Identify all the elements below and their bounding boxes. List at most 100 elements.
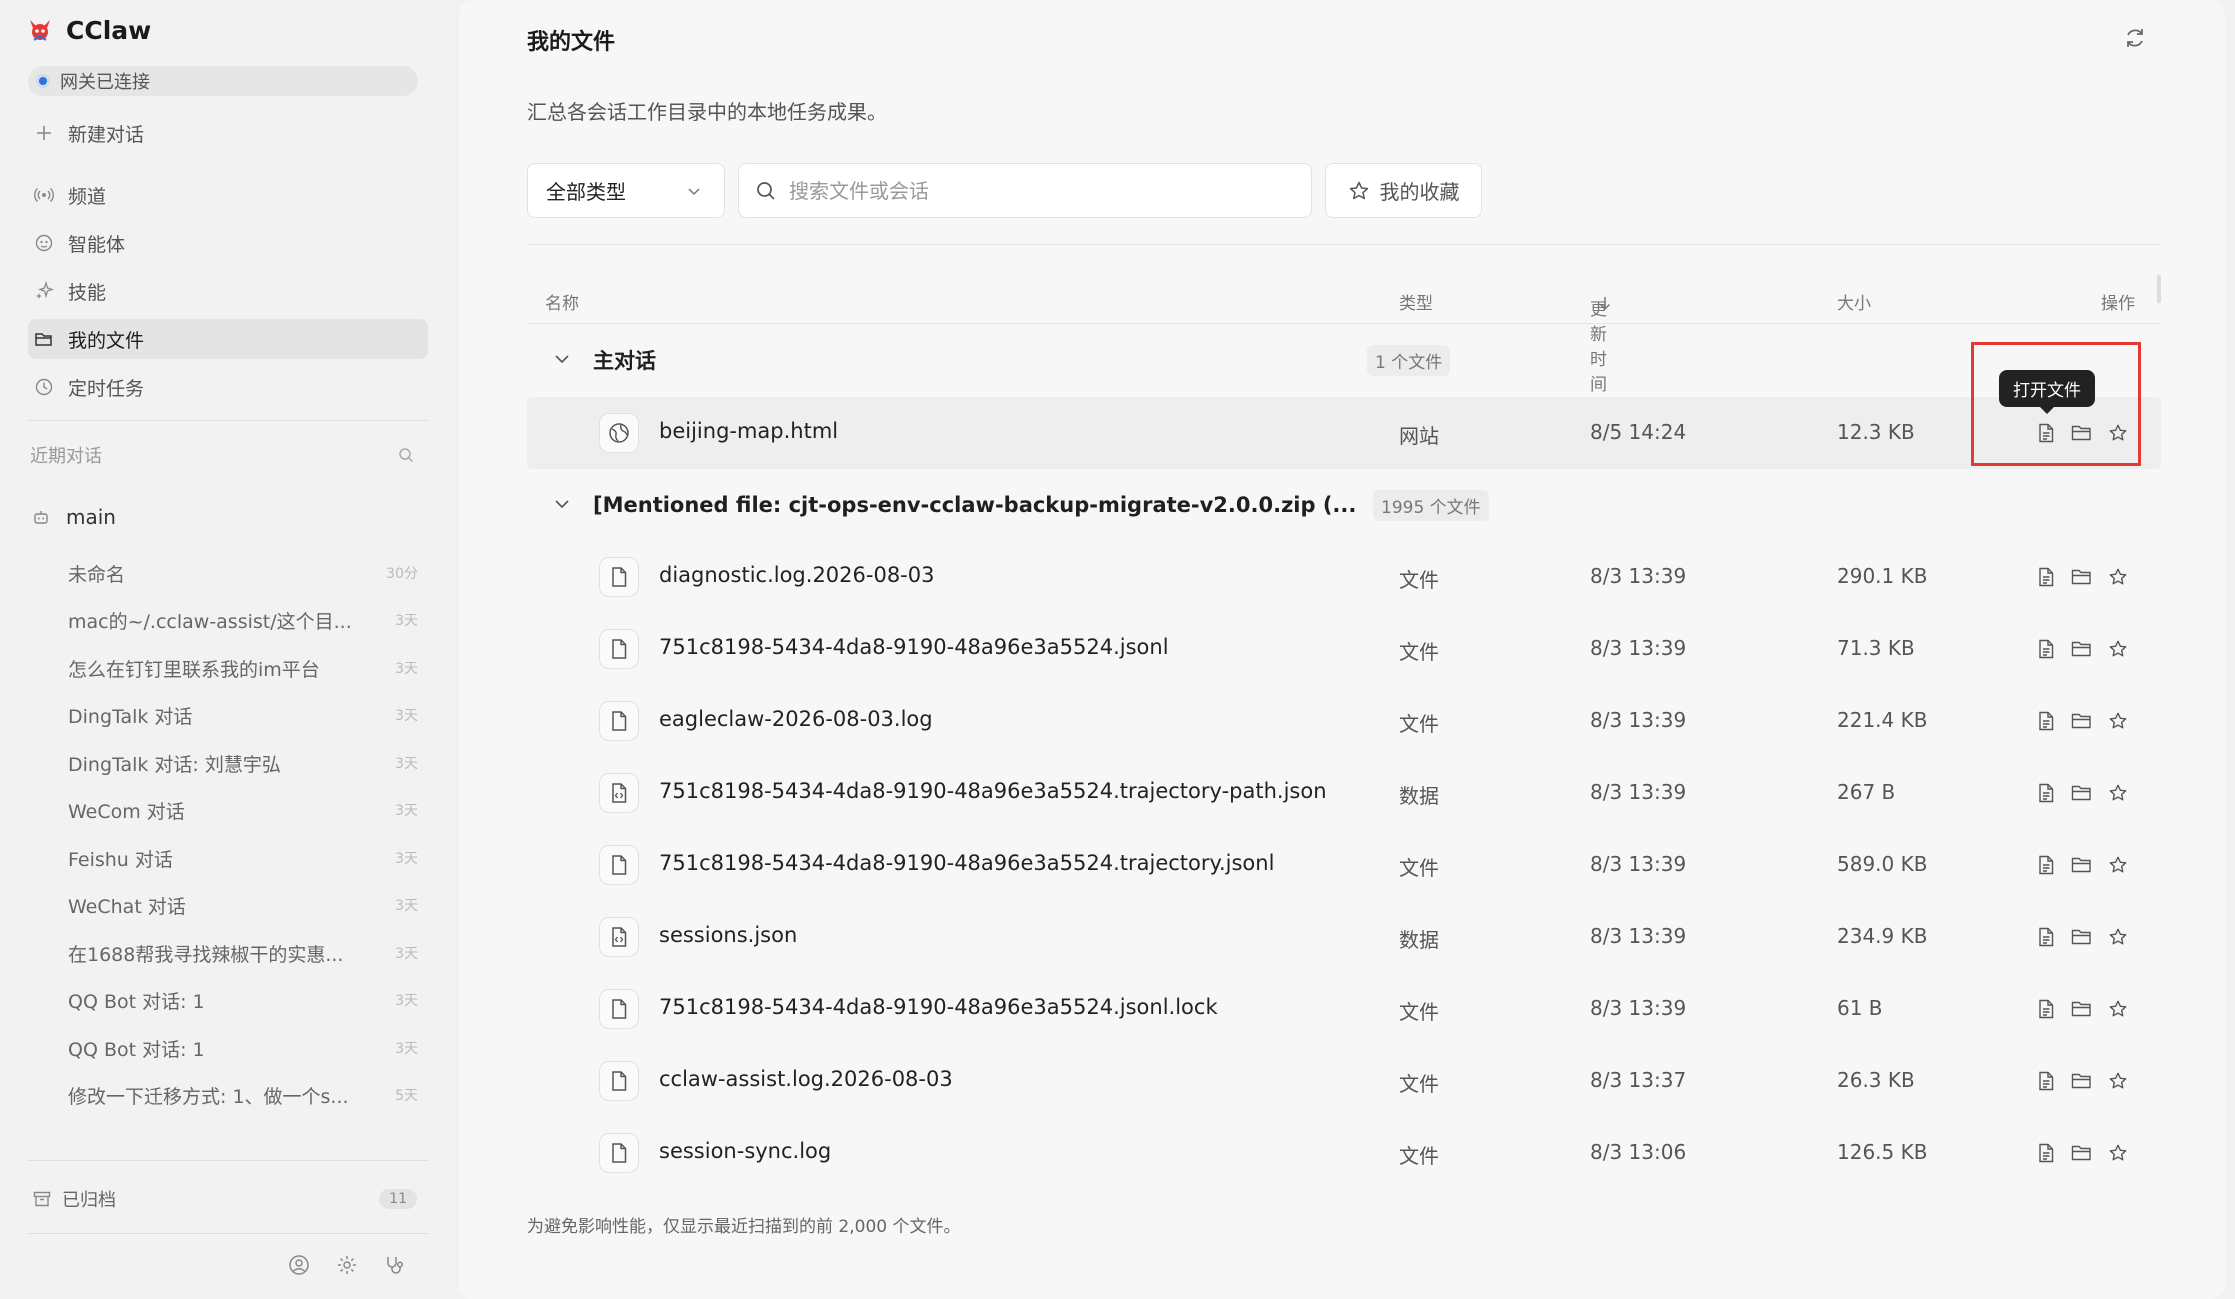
sidebar-item-scheduled[interactable]: 定时任务: [28, 367, 428, 407]
brand[interactable]: CClaw: [24, 14, 151, 46]
open-file-icon[interactable]: [2034, 925, 2058, 949]
file-name[interactable]: 751c8198-5434-4da8-9190-48a96e3a5524.jso…: [659, 995, 1218, 1019]
robot-icon: [32, 507, 52, 527]
table-row[interactable]: 751c8198-5434-4da8-9190-48a96e3a5524.jso…: [527, 973, 2161, 1045]
sidebar-item-channels[interactable]: 频道: [28, 175, 428, 215]
star-icon[interactable]: [2106, 709, 2130, 733]
recent-conversation[interactable]: 怎么在钉钉里联系我的im平台 3天: [68, 648, 418, 688]
folder-icon[interactable]: [2070, 853, 2094, 877]
recent-conversation[interactable]: WeChat 对话 3天: [68, 885, 418, 925]
sidebar-divider: [28, 1160, 428, 1161]
recent-conversation[interactable]: 未命名 30分: [68, 553, 418, 593]
recent-conversation[interactable]: DingTalk 对话 3天: [68, 695, 418, 735]
chevron-down-icon[interactable]: [553, 350, 571, 368]
table-row[interactable]: sessions.json 数据 8/3 13:39 234.9 KB: [527, 901, 2161, 973]
stethoscope-icon[interactable]: [382, 1252, 408, 1278]
recent-conversation[interactable]: WeCom 对话 3天: [68, 790, 418, 830]
new-chat-button[interactable]: 新建对话: [28, 113, 428, 153]
file-name[interactable]: 751c8198-5434-4da8-9190-48a96e3a5524.jso…: [659, 635, 1169, 659]
table-row[interactable]: session-sync.log 文件 8/3 13:06 126.5 KB: [527, 1117, 2161, 1189]
sidebar-item-my-files[interactable]: 我的文件: [28, 319, 428, 359]
type-filter-value: 全部类型: [546, 180, 626, 204]
recent-conversation[interactable]: QQ Bot 对话: 1 3天: [68, 1028, 418, 1068]
type-filter-select[interactable]: 全部类型: [527, 163, 725, 218]
file-name[interactable]: beijing-map.html: [659, 419, 838, 443]
file-type: 文件: [1399, 1072, 1439, 1096]
star-icon[interactable]: [2106, 565, 2130, 589]
row-actions: [2034, 1069, 2130, 1093]
gear-icon[interactable]: [334, 1252, 360, 1278]
folder-icon[interactable]: [2070, 565, 2094, 589]
recent-conversation[interactable]: QQ Bot 对话: 1 3天: [68, 980, 418, 1020]
file-name[interactable]: diagnostic.log.2026-08-03: [659, 563, 934, 587]
conversation-title: 怎么在钉钉里联系我的im平台: [68, 658, 320, 681]
folder-icon[interactable]: [2070, 1141, 2094, 1165]
open-file-icon[interactable]: [2034, 637, 2058, 661]
archived-item[interactable]: 已归档 11: [32, 1183, 417, 1215]
open-file-icon[interactable]: [2034, 565, 2058, 589]
conversation-time: 3天: [395, 1041, 418, 1057]
broadcast-icon: [34, 185, 54, 205]
folder-icon[interactable]: [2070, 925, 2094, 949]
star-icon[interactable]: [2106, 925, 2130, 949]
sidebar-item-skills[interactable]: 技能: [28, 271, 428, 311]
open-file-icon[interactable]: [2034, 853, 2058, 877]
file-time: 8/5 14:24: [1590, 420, 1687, 444]
folder-icon[interactable]: [2070, 1069, 2094, 1093]
sidebar-item-agents[interactable]: 智能体: [28, 223, 428, 263]
open-file-icon[interactable]: [2034, 1069, 2058, 1093]
folder-icon[interactable]: [2070, 781, 2094, 805]
file-name[interactable]: 751c8198-5434-4da8-9190-48a96e3a5524.tra…: [659, 851, 1274, 875]
search-input[interactable]: [789, 178, 1269, 203]
favorites-button[interactable]: 我的收藏: [1325, 163, 1482, 218]
table-row[interactable]: 751c8198-5434-4da8-9190-48a96e3a5524.tra…: [527, 829, 2161, 901]
table-row[interactable]: beijing-map.html 网站 8/5 14:24 12.3 KB: [527, 397, 2161, 469]
star-icon[interactable]: [2106, 1141, 2130, 1165]
open-file-icon[interactable]: [2034, 997, 2058, 1021]
file-icon: [599, 989, 639, 1029]
recent-conversation[interactable]: DingTalk 对话: 刘慧宇弘 3天: [68, 743, 418, 783]
user-profile-icon[interactable]: [286, 1252, 312, 1278]
skills-label: 技能: [68, 281, 107, 304]
scrollbar-thumb[interactable]: [2157, 275, 2161, 303]
chevron-down-icon: [686, 183, 702, 199]
recent-conversation[interactable]: Feishu 对话 3天: [68, 838, 418, 878]
table-row[interactable]: 751c8198-5434-4da8-9190-48a96e3a5524.jso…: [527, 613, 2161, 685]
file-name[interactable]: 751c8198-5434-4da8-9190-48a96e3a5524.tra…: [659, 779, 1327, 803]
group-header-main-chat[interactable]: 主对话 1 个文件: [527, 330, 2161, 390]
open-file-icon[interactable]: [2034, 709, 2058, 733]
group-title: 主对话: [593, 349, 656, 373]
open-file-icon[interactable]: [2034, 1141, 2058, 1165]
recent-conversation[interactable]: mac的~/.cclaw-assist/这个目... 3天: [68, 600, 418, 640]
file-name[interactable]: eagleclaw-2026-08-03.log: [659, 707, 933, 731]
folder-icon[interactable]: [2070, 997, 2094, 1021]
recent-header-label: 近期对话: [30, 446, 102, 467]
star-icon[interactable]: [2106, 1069, 2130, 1093]
table-row[interactable]: eagleclaw-2026-08-03.log 文件 8/3 13:39 22…: [527, 685, 2161, 757]
group-header-mentioned-file[interactable]: [Mentioned file: cjt-ops-env-cclaw-backu…: [527, 475, 2161, 535]
conversation-time: 30分: [386, 566, 418, 582]
file-name[interactable]: cclaw-assist.log.2026-08-03: [659, 1067, 953, 1091]
conversation-time: 3天: [395, 993, 418, 1009]
search-box[interactable]: [738, 163, 1312, 218]
chevron-down-icon[interactable]: [553, 495, 571, 513]
refresh-icon[interactable]: [2121, 24, 2149, 52]
recent-group-main[interactable]: main: [32, 502, 116, 532]
recent-conversation[interactable]: 修改一下迁移方式: 1、做一个s... 5天: [68, 1075, 418, 1115]
search-recent-icon[interactable]: [397, 446, 415, 464]
file-time: 8/3 13:37: [1590, 1068, 1687, 1092]
file-name[interactable]: session-sync.log: [659, 1139, 831, 1163]
star-icon[interactable]: [2106, 781, 2130, 805]
star-icon[interactable]: [2106, 637, 2130, 661]
star-icon[interactable]: [2106, 997, 2130, 1021]
table-row[interactable]: cclaw-assist.log.2026-08-03 文件 8/3 13:37…: [527, 1045, 2161, 1117]
open-file-icon[interactable]: [2034, 781, 2058, 805]
table-row[interactable]: diagnostic.log.2026-08-03 文件 8/3 13:39 2…: [527, 541, 2161, 613]
table-row[interactable]: 751c8198-5434-4da8-9190-48a96e3a5524.tra…: [527, 757, 2161, 829]
star-icon[interactable]: [2106, 853, 2130, 877]
file-name[interactable]: sessions.json: [659, 923, 797, 947]
archived-label: 已归档: [62, 1190, 116, 1211]
folder-icon[interactable]: [2070, 709, 2094, 733]
folder-icon[interactable]: [2070, 637, 2094, 661]
recent-conversation[interactable]: 在1688帮我寻找辣椒干的实惠... 3天: [68, 933, 418, 973]
